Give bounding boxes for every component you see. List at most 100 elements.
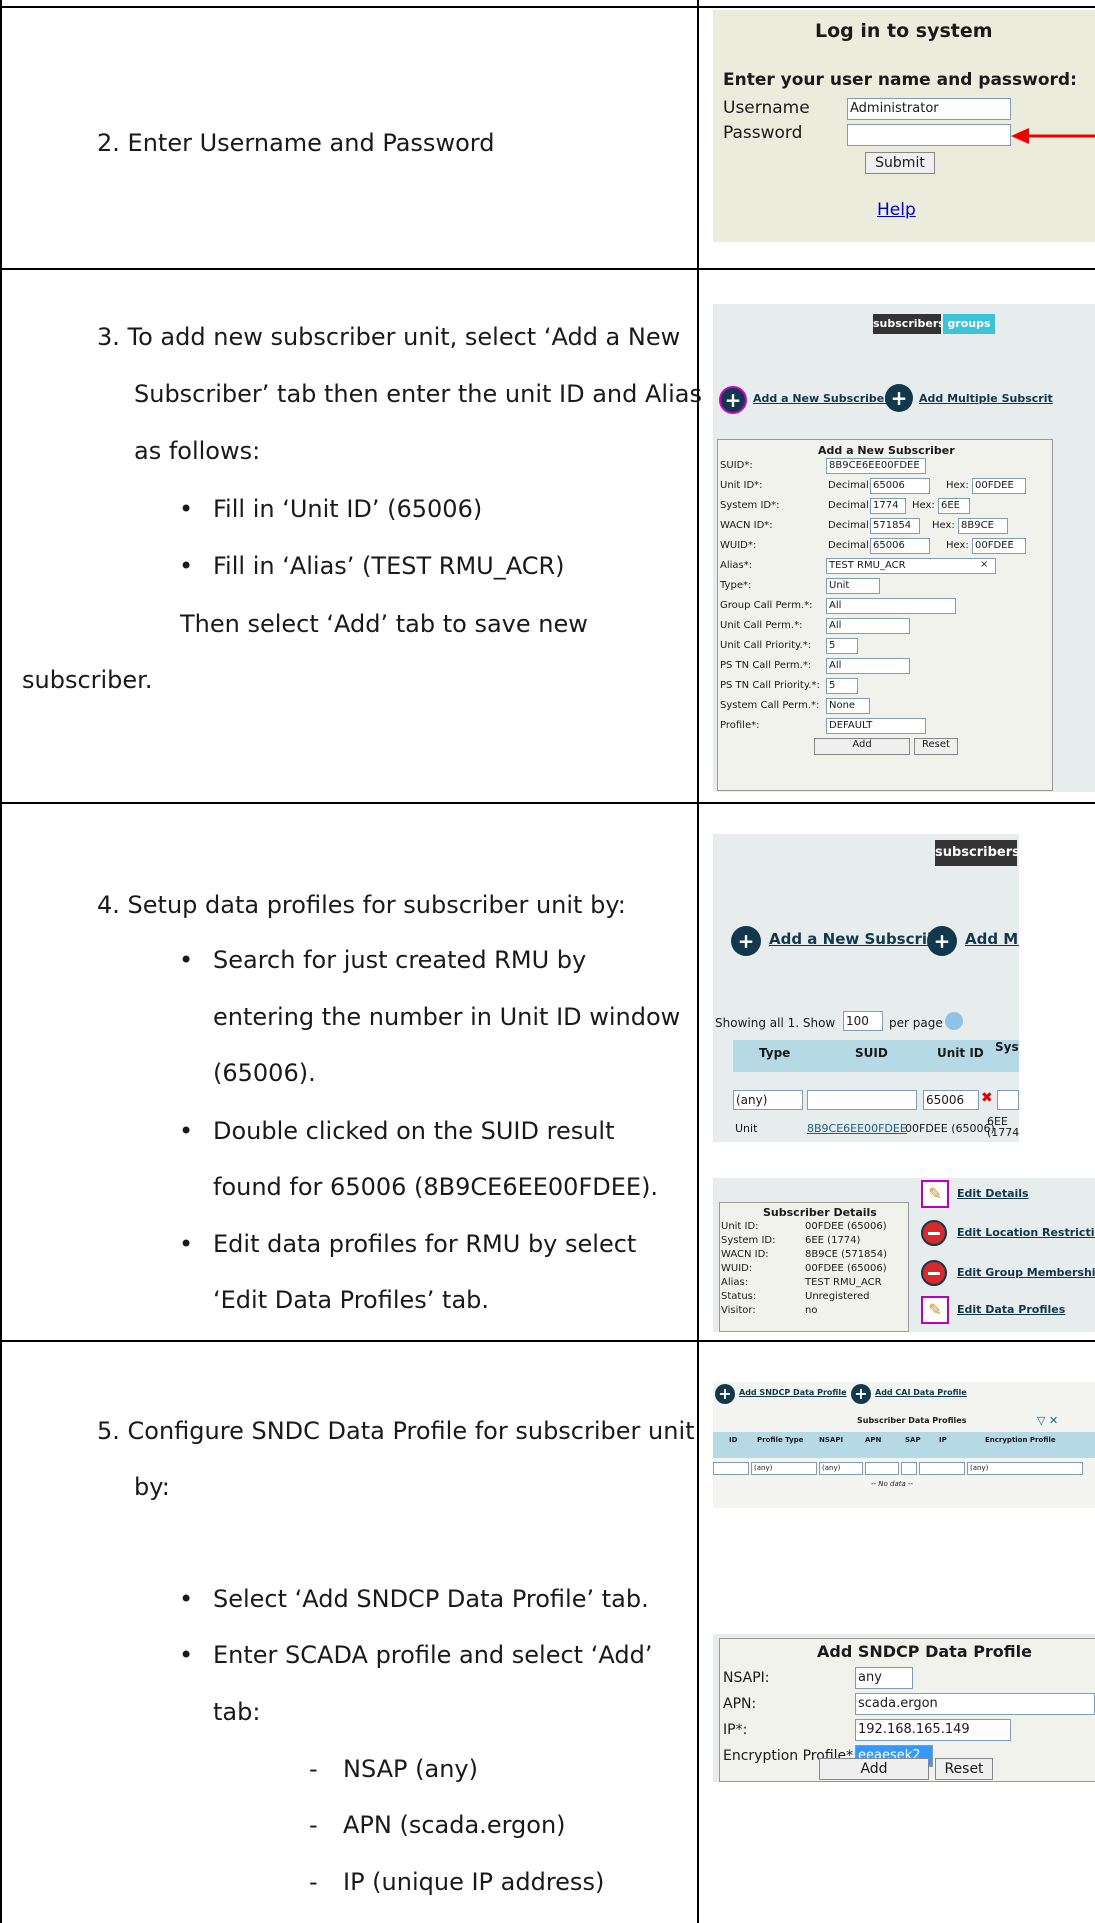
submit-button[interactable]: Submit xyxy=(865,152,935,174)
pstnp-label: PS TN Call Priority.*: xyxy=(720,680,820,691)
unitid-decimal-input[interactable]: 65006 xyxy=(870,478,930,494)
col-suid[interactable]: SUID xyxy=(855,1046,888,1060)
wuid-hex-input[interactable]: 00FDEE xyxy=(972,538,1026,554)
add-mu-link[interactable]: Add Mu xyxy=(965,930,1019,948)
tab-subscribers[interactable]: subscribers xyxy=(873,314,945,334)
col-ip[interactable]: IP xyxy=(939,1436,947,1444)
col-profile-type[interactable]: Profile Type xyxy=(757,1436,803,1444)
password-input[interactable] xyxy=(847,124,1011,146)
filter-icon[interactable]: ▽ ✕ xyxy=(1037,1414,1058,1427)
ucp-select[interactable]: All xyxy=(826,618,910,634)
username-label: Username xyxy=(723,98,810,118)
detail-visitor-label: Visitor: xyxy=(721,1305,756,1316)
profile-select[interactable]: DEFAULT xyxy=(826,718,926,734)
nsapi-filter[interactable]: (any) xyxy=(819,1462,863,1475)
alias-input[interactable]: TEST RMU_ACR xyxy=(826,558,996,574)
wacn-decimal-input[interactable]: 571854 xyxy=(870,518,920,534)
unitid-hex-input[interactable]: 00FDEE xyxy=(972,478,1026,494)
wacn-hex-input[interactable]: 8B9CE xyxy=(958,518,1008,534)
col-id[interactable]: ID xyxy=(729,1436,737,1444)
pencil-icon[interactable]: ✎ xyxy=(921,1180,949,1208)
add-multiple-icon[interactable]: + xyxy=(885,384,913,412)
pstnp-select[interactable]: 5 xyxy=(826,678,858,694)
add-subscriber-icon[interactable]: + xyxy=(719,386,747,414)
refresh-icon[interactable] xyxy=(945,1012,963,1030)
username-input[interactable]: Administrator xyxy=(847,98,1011,120)
add-cai-icon[interactable]: + xyxy=(851,1384,871,1404)
col-system-id[interactable]: System ID xyxy=(995,1040,1019,1054)
data-profiles-grid-screenshot: + Add SNDCP Data Profile + Add CAI Data … xyxy=(713,1382,1095,1508)
step3-bullet1: Fill in ‘Unit ID’ (65006) xyxy=(179,494,482,524)
red-arrow-icon xyxy=(1011,128,1095,144)
profile-type-filter[interactable]: (any) xyxy=(751,1462,817,1475)
add-sndcp-link[interactable]: Add SNDCP Data Profile xyxy=(739,1388,847,1397)
clear-alias-icon[interactable]: × xyxy=(980,559,988,570)
add-multiple-icon[interactable]: + xyxy=(927,926,957,956)
help-link[interactable]: Help xyxy=(877,200,916,220)
step4-bullet3-line2: ‘Edit Data Profiles’ tab. xyxy=(213,1286,490,1314)
edit-details-link[interactable]: Edit Details xyxy=(957,1187,1029,1200)
sap-filter[interactable] xyxy=(901,1462,917,1475)
ucpr-select[interactable]: 5 xyxy=(826,638,858,654)
nsapi-select[interactable]: any xyxy=(855,1667,913,1689)
scp-select[interactable]: None xyxy=(826,698,870,714)
step4-bullet2-line1: Double clicked on the SUID result xyxy=(179,1116,614,1146)
id-filter[interactable] xyxy=(713,1462,749,1475)
add-sndcp-icon[interactable]: + xyxy=(715,1384,735,1404)
result-suid-link[interactable]: 8B9CE6EE00FDEE xyxy=(807,1122,907,1135)
wuid-decimal-input[interactable]: 65006 xyxy=(870,538,930,554)
profile-label: Profile*: xyxy=(720,720,760,731)
unit-id-filter[interactable]: 65006 xyxy=(923,1090,979,1110)
edit-data-profiles-link[interactable]: Edit Data Profiles xyxy=(957,1303,1065,1316)
suid-input[interactable]: 8B9CE6EE00FDEE xyxy=(826,458,926,474)
minus-icon[interactable] xyxy=(921,1220,947,1246)
add-multiple-link[interactable]: Add Multiple Subscrit xyxy=(919,392,1053,405)
result-system-id: 6EE (1774) xyxy=(987,1115,1019,1139)
suid-filter[interactable] xyxy=(807,1090,917,1110)
col-encryption-profile[interactable]: Encryption Profile xyxy=(985,1436,1056,1444)
search-subscriber-screenshot: subscribers + Add a New Subscriber + Add… xyxy=(713,834,1019,1084)
gcp-select[interactable]: All xyxy=(826,598,956,614)
reset-button[interactable]: Reset xyxy=(914,738,958,755)
edit-group-link[interactable]: Edit Group Membership xyxy=(957,1266,1095,1279)
clear-filter-icon[interactable]: ✖ xyxy=(981,1090,993,1106)
step2-text: 2. Enter Username and Password xyxy=(97,129,495,157)
add-button[interactable]: Add xyxy=(814,738,910,755)
tab-groups[interactable]: groups xyxy=(943,314,995,334)
add-subscriber-icon[interactable]: + xyxy=(731,926,761,956)
encryption-filter[interactable]: (any) xyxy=(967,1462,1083,1475)
sndcp-add-button[interactable]: Add xyxy=(819,1758,929,1780)
col-unit-id[interactable]: Unit ID xyxy=(937,1046,984,1060)
login-title: Log in to system xyxy=(815,20,993,42)
per-page-input[interactable]: 100 xyxy=(843,1011,883,1031)
apn-input[interactable]: scada.ergon xyxy=(855,1693,1095,1715)
col-sap[interactable]: SAP xyxy=(905,1436,921,1444)
add-cai-link[interactable]: Add CAI Data Profile xyxy=(875,1388,967,1397)
details-title: Subscriber Details xyxy=(763,1206,877,1219)
tab-subscribers[interactable]: subscribers xyxy=(935,840,1019,866)
sndcp-reset-button[interactable]: Reset xyxy=(935,1758,993,1780)
col-apn[interactable]: APN xyxy=(865,1436,881,1444)
add-new-subscriber-link[interactable]: Add a New Subscriber xyxy=(753,392,890,405)
wuid-decimal-label: Decimal: xyxy=(828,540,873,551)
ip-input[interactable]: 192.168.165.149 xyxy=(855,1719,1011,1741)
col-nsapi[interactable]: NSAPI xyxy=(819,1436,843,1444)
step3-line3: as follows: xyxy=(134,437,261,465)
sysid-hex-input[interactable]: 6EE xyxy=(938,498,970,514)
minus-icon[interactable] xyxy=(921,1260,947,1286)
type-select[interactable]: Unit xyxy=(826,578,880,594)
detail-status-label: Status: xyxy=(721,1291,757,1302)
sysid-decimal-input[interactable]: 1774 xyxy=(870,498,906,514)
system-id-filter[interactable] xyxy=(997,1090,1019,1110)
apn-filter[interactable] xyxy=(865,1462,899,1475)
step5-dash1: NSAP (any) xyxy=(309,1754,478,1784)
col-type[interactable]: Type xyxy=(759,1046,790,1060)
detail-wuid-label: WUID: xyxy=(721,1263,753,1274)
pstn-select[interactable]: All xyxy=(826,658,910,674)
edit-location-link[interactable]: Edit Location Restrictio xyxy=(957,1226,1095,1239)
pencil-icon[interactable]: ✎ xyxy=(921,1296,949,1324)
type-filter[interactable]: (any) xyxy=(733,1090,803,1110)
step5-bullet2-line2: tab: xyxy=(213,1698,261,1726)
ip-filter[interactable] xyxy=(919,1462,965,1475)
step4-bullet2-line2: found for 65006 (8B9CE6EE00FDEE). xyxy=(213,1173,659,1201)
